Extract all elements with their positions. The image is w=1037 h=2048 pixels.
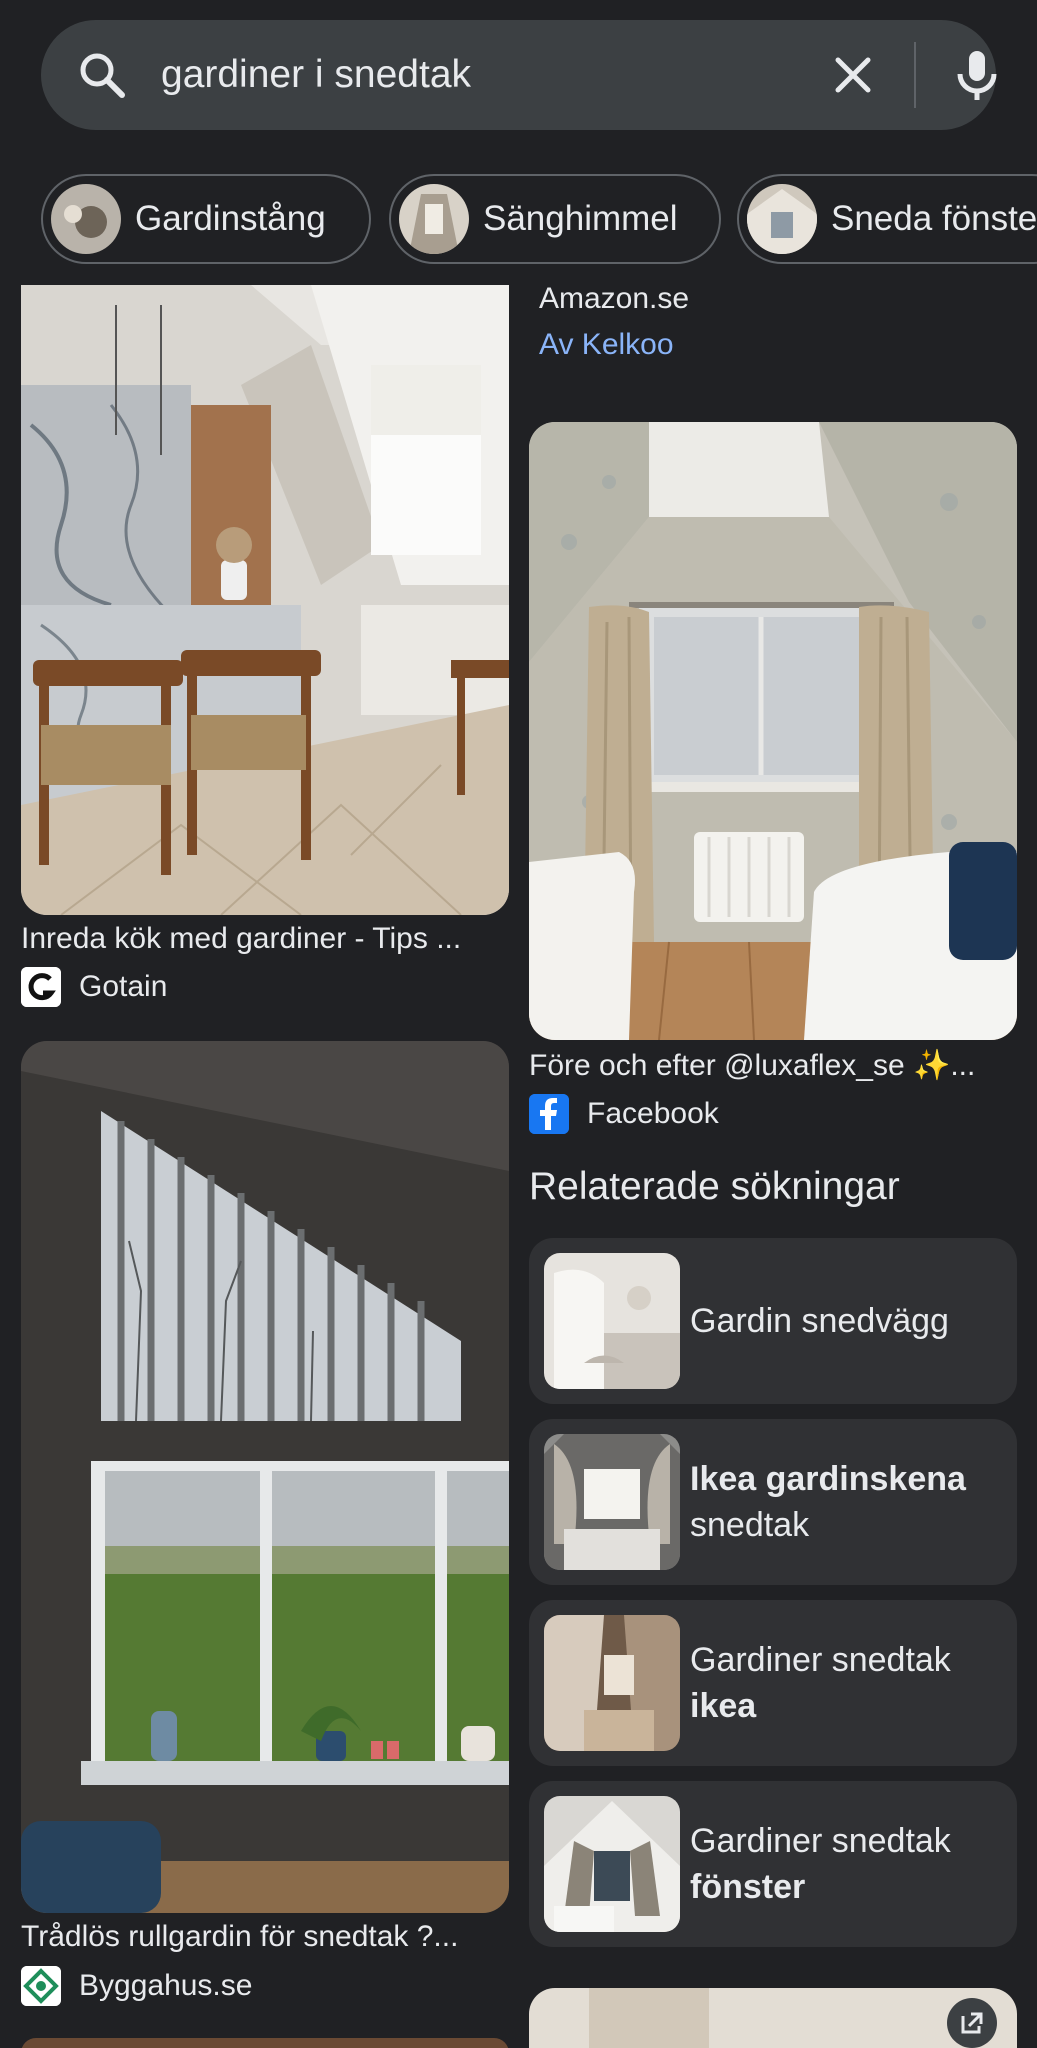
mic-icon[interactable]	[948, 46, 1006, 104]
result-image-next-right[interactable]	[529, 1988, 1017, 2048]
byggahus-logo-icon	[21, 1966, 61, 2006]
related-search-item[interactable]: Ikea gardinskena snedtak	[529, 1419, 1017, 1585]
source-name: Byggahus.se	[79, 1969, 253, 2002]
gotain-logo-icon	[21, 967, 61, 1007]
related-searches-heading: Relaterade sökningar	[529, 1165, 900, 1208]
chip-thumbnail	[747, 184, 817, 254]
chip-thumbnail	[51, 184, 121, 254]
result-title[interactable]: Trådlös rullgardin för snedtak ?...	[21, 1920, 501, 1954]
chip-gardinstang[interactable]: Gardinstång	[41, 174, 371, 264]
result-source[interactable]: Gotain	[21, 965, 167, 1009]
suggestion-chips: Gardinstång Sänghimmel Sneda fönster	[0, 174, 1037, 266]
chip-thumbnail	[399, 184, 469, 254]
search-input[interactable]: gardiner i snedtak	[161, 20, 471, 130]
chip-sneda-fonster[interactable]: Sneda fönster	[737, 174, 1037, 264]
result-source[interactable]: Facebook	[529, 1092, 719, 1136]
related-thumbnail	[544, 1615, 680, 1751]
open-external-icon[interactable]	[947, 1998, 997, 2048]
related-search-item[interactable]: Gardin snedvägg	[529, 1238, 1017, 1404]
source-name: Gotain	[79, 970, 168, 1003]
search-divider	[914, 42, 916, 108]
search-bar[interactable]: gardiner i snedtak	[41, 20, 997, 130]
related-search-label: Ikea gardinskena snedtak	[690, 1460, 966, 1544]
result-image-bedroom[interactable]	[529, 422, 1017, 1040]
result-image-kitchen[interactable]	[21, 285, 509, 915]
search-icon[interactable]	[76, 49, 128, 101]
result-image-next[interactable]	[21, 2038, 509, 2048]
related-search-item[interactable]: Gardiner snedtak ikea	[529, 1600, 1017, 1766]
related-search-item[interactable]: Gardiner snedtak fönster	[529, 1781, 1017, 1947]
related-thumbnail	[544, 1434, 680, 1570]
related-search-label: Gardin snedvägg	[690, 1302, 949, 1340]
chip-label: Gardinstång	[135, 199, 326, 238]
chip-label: Sänghimmel	[483, 199, 678, 238]
shopping-store[interactable]: Amazon.se	[539, 282, 689, 316]
shopping-via-link[interactable]: Av Kelkoo	[539, 328, 674, 362]
result-title[interactable]: Inreda kök med gardiner - Tips ...	[21, 922, 501, 956]
facebook-logo-icon	[529, 1094, 569, 1134]
source-name: Facebook	[587, 1097, 719, 1130]
result-source[interactable]: Byggahus.se	[21, 1964, 252, 2008]
related-thumbnail	[544, 1253, 680, 1389]
close-icon[interactable]	[826, 48, 880, 102]
related-search-label: Gardiner snedtak fönster	[690, 1822, 951, 1906]
result-title[interactable]: Före och efter @luxaflex_se ✨...	[529, 1048, 1017, 1083]
chip-sanghimmel[interactable]: Sänghimmel	[389, 174, 721, 264]
related-search-label: Gardiner snedtak ikea	[690, 1641, 951, 1725]
chip-label: Sneda fönster	[831, 199, 1037, 238]
related-thumbnail	[544, 1796, 680, 1932]
result-image-window[interactable]	[21, 1041, 509, 1913]
